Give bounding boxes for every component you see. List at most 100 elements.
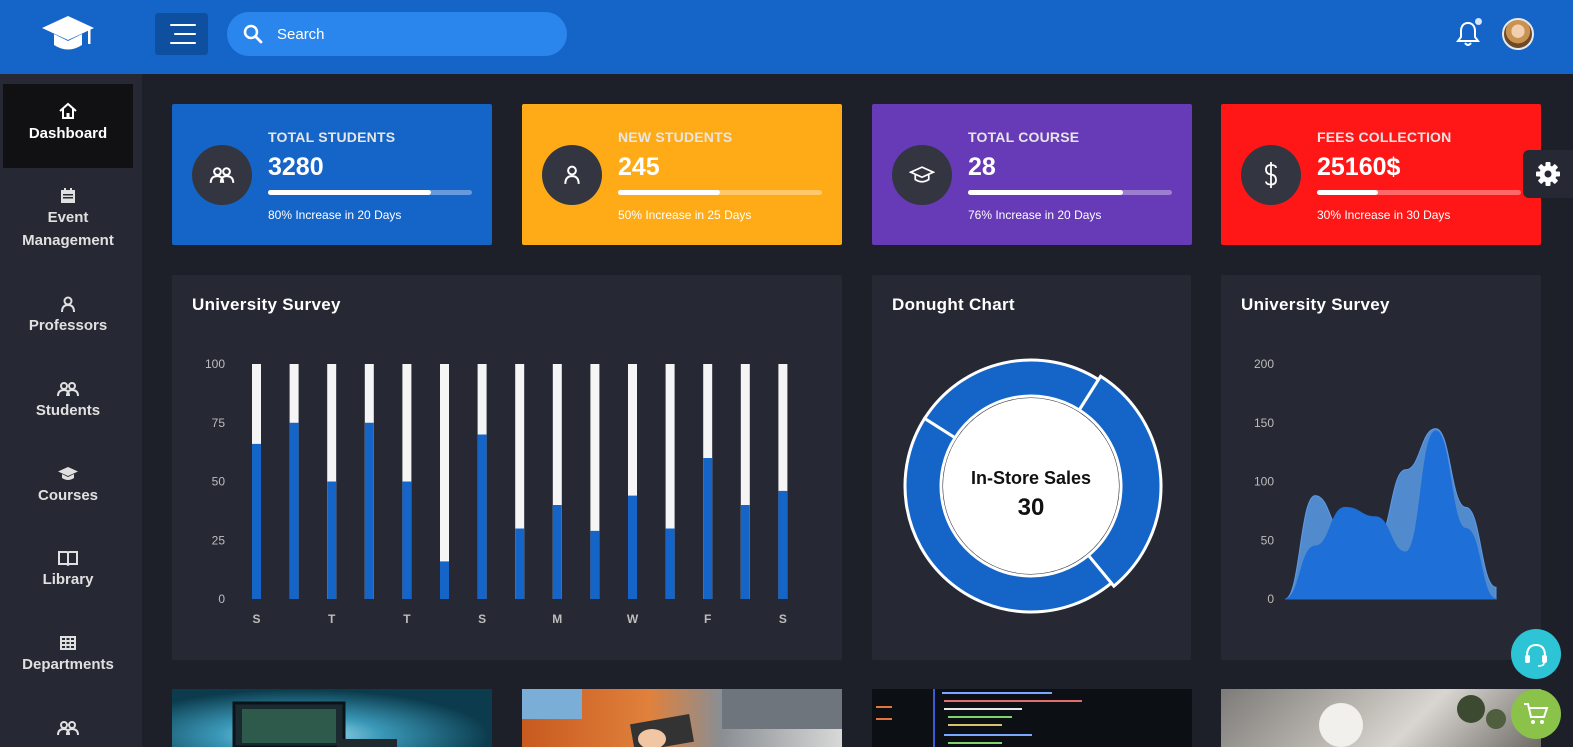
bar: [703, 458, 713, 599]
bar: [552, 505, 562, 599]
sidebar-item-event-management[interactable]: Event Management: [3, 188, 133, 252]
x-tick-label: M: [552, 612, 562, 626]
x-tick-label: F: [704, 612, 711, 626]
sidebar-item-label: Dashboard: [28, 125, 108, 142]
sidebar-item-departments[interactable]: Departments: [3, 635, 133, 676]
sidebar-item-label: Students: [35, 402, 101, 419]
stat-icon-circle: [192, 145, 252, 205]
user-icon: [61, 296, 75, 312]
panel-university-survey-area: University Survey 200 150 100 50 0: [1221, 275, 1541, 660]
y-tick-label: 200: [1254, 357, 1274, 371]
stat-progress: [618, 190, 822, 195]
bar: [665, 528, 675, 599]
x-tick-label: S: [478, 612, 486, 626]
sidebar-item-library[interactable]: Library: [3, 550, 133, 591]
stat-label: FEES COLLECTION: [1317, 129, 1452, 145]
notification-badge: [1473, 16, 1484, 27]
graduation-cap-icon[interactable]: [40, 14, 96, 54]
x-tick-label: T: [328, 612, 336, 626]
gear-icon: [1536, 162, 1560, 186]
avatar[interactable]: [1502, 18, 1534, 50]
sidebar-item-label: Departments: [22, 656, 114, 673]
stat-progress-fill: [618, 190, 720, 195]
y-tick-label: 100: [205, 357, 225, 371]
menu-toggle-button[interactable]: [155, 13, 208, 55]
x-tick-label: W: [627, 612, 639, 626]
dollar-icon: [1265, 162, 1277, 188]
user-icon: [564, 165, 580, 184]
building-icon: [60, 636, 76, 650]
x-tick-label: S: [779, 612, 787, 626]
calendar-icon: [61, 188, 75, 203]
course-image-desk[interactable]: [522, 689, 842, 747]
stat-label: NEW STUDENTS: [618, 129, 733, 145]
settings-tab[interactable]: [1523, 150, 1573, 198]
stat-card-total-course[interactable]: TOTAL COURSE 28 76% Increase in 20 Days: [872, 104, 1192, 245]
graduation-cap-icon: [909, 166, 935, 183]
search-bar[interactable]: [227, 12, 567, 56]
course-image-laptop[interactable]: [172, 689, 492, 747]
flatlay-image: [1319, 695, 1506, 747]
x-tick-label: T: [403, 612, 411, 626]
bar: [402, 481, 412, 599]
sidebar-item-label: Event Management: [22, 209, 114, 249]
bar: [440, 561, 449, 599]
graduation-cap-icon: [58, 467, 78, 480]
y-tick-label: 0: [218, 592, 225, 606]
stat-progress: [968, 190, 1172, 195]
sidebar-item-students[interactable]: Students: [3, 381, 133, 422]
bar: [740, 505, 750, 599]
stat-value: 245: [618, 153, 660, 181]
search-input[interactable]: [277, 25, 537, 43]
stat-icon-circle: [892, 145, 952, 205]
bar: [327, 481, 337, 599]
cart-button[interactable]: [1511, 689, 1561, 739]
stat-value: 28: [968, 153, 996, 181]
stat-card-total-students[interactable]: TOTAL STUDENTS 3280 80% Increase in 20 D…: [172, 104, 492, 245]
stat-progress: [268, 190, 472, 195]
stat-note: 50% Increase in 25 Days: [618, 208, 752, 222]
bar: [364, 422, 374, 599]
desk-image: [522, 689, 842, 747]
bar: [778, 490, 788, 599]
stat-card-fees-collection[interactable]: FEES COLLECTION 25160$ 30% Increase in 3…: [1221, 104, 1541, 245]
sidebar-item-label: Library: [42, 571, 94, 588]
cart-icon: [1524, 703, 1549, 724]
donut-chart: In-Store Sales 30: [903, 358, 1163, 614]
sidebar-item-label: Professors: [28, 317, 108, 334]
users-icon: [57, 382, 79, 397]
sidebar-item-label: Courses: [37, 487, 99, 504]
panel-university-survey-bars: University Survey 100 75 50 25 0 S T T S M W F S: [172, 275, 842, 660]
stat-card-new-students[interactable]: NEW STUDENTS 245 50% Increase in 25 Days: [522, 104, 842, 245]
y-tick-label: 100: [1254, 475, 1274, 489]
sidebar-item-more[interactable]: [3, 720, 133, 738]
stat-progress-fill: [268, 190, 432, 195]
course-image-code[interactable]: [872, 689, 1192, 747]
stat-note: 76% Increase in 20 Days: [968, 208, 1102, 222]
course-image-flatlay[interactable]: [1221, 689, 1541, 747]
book-icon: [58, 551, 78, 566]
x-tick-label: S: [252, 612, 260, 626]
sidebar-item-professors[interactable]: Professors: [3, 296, 133, 337]
sidebar-item-dashboard[interactable]: Dashboard: [3, 84, 133, 168]
bar: [289, 422, 299, 599]
bar: [515, 528, 525, 599]
y-tick-label: 75: [212, 416, 226, 430]
bar: [590, 530, 600, 599]
stat-progress-fill: [968, 190, 1124, 195]
area-chart: 200 150 100 50 0: [1254, 357, 1497, 606]
code-image: [876, 689, 1082, 747]
stat-progress: [1317, 190, 1521, 195]
sidebar-item-courses[interactable]: Courses: [3, 466, 133, 507]
bar: [628, 495, 637, 599]
headset-icon: [1525, 643, 1547, 667]
y-tick-label: 0: [1267, 592, 1274, 606]
support-button[interactable]: [1511, 629, 1561, 679]
y-tick-label: 150: [1254, 416, 1274, 430]
panel-donut-chart: Donught Chart In-Store Sales 30: [872, 275, 1191, 660]
home-icon: [59, 102, 77, 119]
donut-center-value: 30: [1018, 494, 1045, 521]
bar: [477, 434, 487, 599]
users-icon: [209, 167, 235, 183]
sidebar: Dashboard Event Management Professors St…: [0, 74, 142, 747]
